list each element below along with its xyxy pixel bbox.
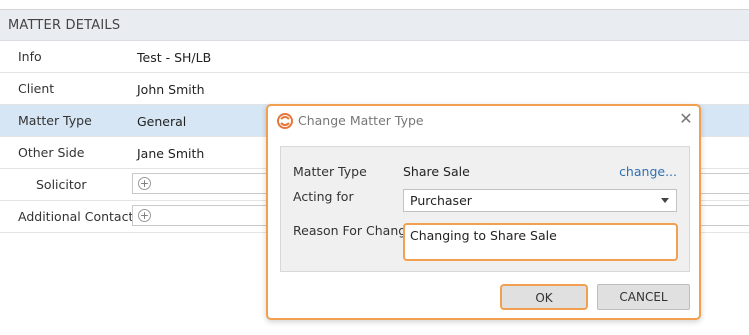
row-value: Jane Smith: [137, 146, 205, 161]
acting-for-label: Acting for: [293, 189, 354, 204]
acting-for-select[interactable]: Purchaser: [403, 189, 677, 212]
reason-text: Changing to Share Sale: [410, 228, 557, 243]
plus-circle-icon[interactable]: +: [138, 209, 151, 222]
ok-button[interactable]: OK: [500, 284, 588, 310]
section-header: MATTER DETAILS: [0, 10, 749, 41]
row-label: Client: [18, 81, 55, 96]
reason-textarea[interactable]: Changing to Share Sale: [403, 223, 678, 261]
row-label: Matter Type: [18, 113, 92, 128]
app-logo-icon: [277, 113, 293, 129]
row-info[interactable]: Info Test - SH/LB: [0, 41, 749, 73]
dialog-title: Change Matter Type: [298, 113, 424, 128]
row-label: Other Side: [18, 145, 85, 160]
matter-type-value: Share Sale: [403, 164, 470, 179]
row-label: Solicitor: [36, 177, 87, 192]
top-divider: [0, 0, 749, 10]
matter-type-label: Matter Type: [293, 164, 367, 179]
chevron-down-icon: [661, 198, 669, 203]
acting-for-value: Purchaser: [410, 193, 472, 208]
row-value: General: [137, 114, 187, 129]
row-label: Additional Contact: [18, 209, 134, 224]
cancel-button[interactable]: CANCEL: [597, 284, 690, 310]
close-icon[interactable]: ✕: [678, 111, 694, 127]
section-title: MATTER DETAILS: [8, 18, 121, 33]
row-value: John Smith: [137, 82, 205, 97]
dialog-form-panel: Matter Type Share Sale change... Acting …: [280, 146, 690, 272]
reason-label: Reason For Change: [293, 223, 414, 238]
row-label: Info: [18, 49, 42, 64]
row-value: Test - SH/LB: [137, 50, 212, 65]
row-client[interactable]: Client John Smith: [0, 73, 749, 105]
change-link[interactable]: change...: [619, 164, 677, 179]
plus-circle-icon[interactable]: +: [138, 177, 151, 190]
change-matter-type-dialog: Change Matter Type ✕ Matter Type Share S…: [266, 104, 701, 320]
